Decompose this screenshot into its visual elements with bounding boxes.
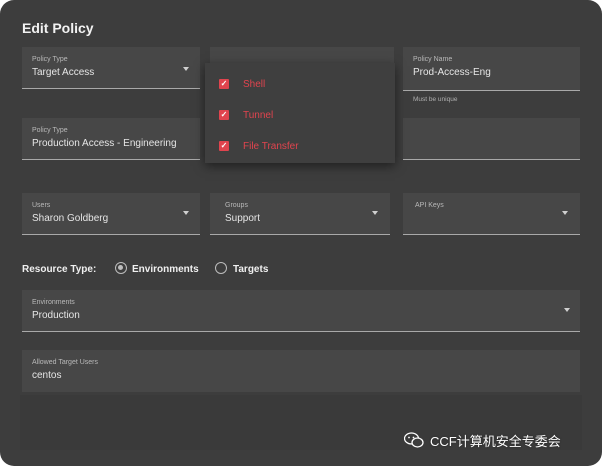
chevron-down-icon xyxy=(562,211,568,215)
targets-radio-label[interactable]: Targets xyxy=(233,264,268,275)
groups-select[interactable]: Groups Support xyxy=(210,193,390,235)
allowed-target-users-value: centos xyxy=(32,370,62,381)
watermark-text: CCF计算机安全专委会 xyxy=(430,434,561,449)
policy-type-label: Policy Type xyxy=(32,56,68,63)
environments-value: Production xyxy=(32,310,80,321)
checkbox-checked-icon[interactable]: ✓ xyxy=(219,141,229,151)
groups-value: Support xyxy=(225,213,261,224)
environments-radio[interactable] xyxy=(115,262,127,274)
edit-policy-dialog: Edit Policy Policy Type Target Access Po… xyxy=(0,0,602,466)
menu-item-label: File Transfer xyxy=(243,141,299,152)
policy-type-description-label: Policy Type xyxy=(32,127,68,134)
policy-name-value: Prod-Access-Eng xyxy=(413,67,491,78)
allowed-target-users-label: Allowed Target Users xyxy=(32,359,99,366)
policy-name-field[interactable]: Policy Name Prod-Access-Eng xyxy=(403,47,580,91)
environments-select[interactable]: Environments Production xyxy=(22,290,580,332)
chevron-down-icon xyxy=(183,67,189,71)
policy-name-hint: Must be unique xyxy=(413,96,458,103)
chevron-down-icon xyxy=(564,308,570,312)
policy-type-description-value: Production Access - Engineering xyxy=(32,138,177,149)
resource-type-label: Resource Type: xyxy=(22,264,97,275)
menu-item-label: Tunnel xyxy=(243,110,274,121)
environments-radio-label[interactable]: Environments xyxy=(132,264,199,275)
radio-selected-dot xyxy=(118,265,123,270)
dialog-title: Edit Policy xyxy=(22,20,94,36)
wechat-icon xyxy=(404,432,424,448)
access-types-menu: ✓ Shell ✓ Tunnel ✓ File Transfer xyxy=(205,63,395,163)
description-field[interactable] xyxy=(403,118,580,160)
checkbox-checked-icon[interactable]: ✓ xyxy=(219,110,229,120)
checkbox-checked-icon[interactable]: ✓ xyxy=(219,79,229,89)
groups-label: Groups xyxy=(225,202,248,209)
policy-type-value: Target Access xyxy=(32,67,95,78)
chevron-down-icon xyxy=(183,211,189,215)
policy-type-description-field[interactable]: Policy Type Production Access - Engineer… xyxy=(22,118,200,160)
allowed-target-users-field[interactable]: Allowed Target Users centos xyxy=(22,350,580,392)
users-label: Users xyxy=(32,202,51,209)
environments-label: Environments xyxy=(32,299,75,306)
targets-radio[interactable] xyxy=(215,262,227,274)
policy-type-select[interactable]: Policy Type Target Access xyxy=(22,47,200,89)
api-keys-select[interactable]: API Keys xyxy=(403,193,580,235)
policy-name-label: Policy Name xyxy=(413,56,453,63)
users-select[interactable]: Users Sharon Goldberg xyxy=(22,193,200,235)
api-keys-label: API Keys xyxy=(415,202,444,209)
chevron-down-icon xyxy=(372,211,378,215)
menu-item-label: Shell xyxy=(243,79,266,90)
users-value: Sharon Goldberg xyxy=(32,213,109,224)
